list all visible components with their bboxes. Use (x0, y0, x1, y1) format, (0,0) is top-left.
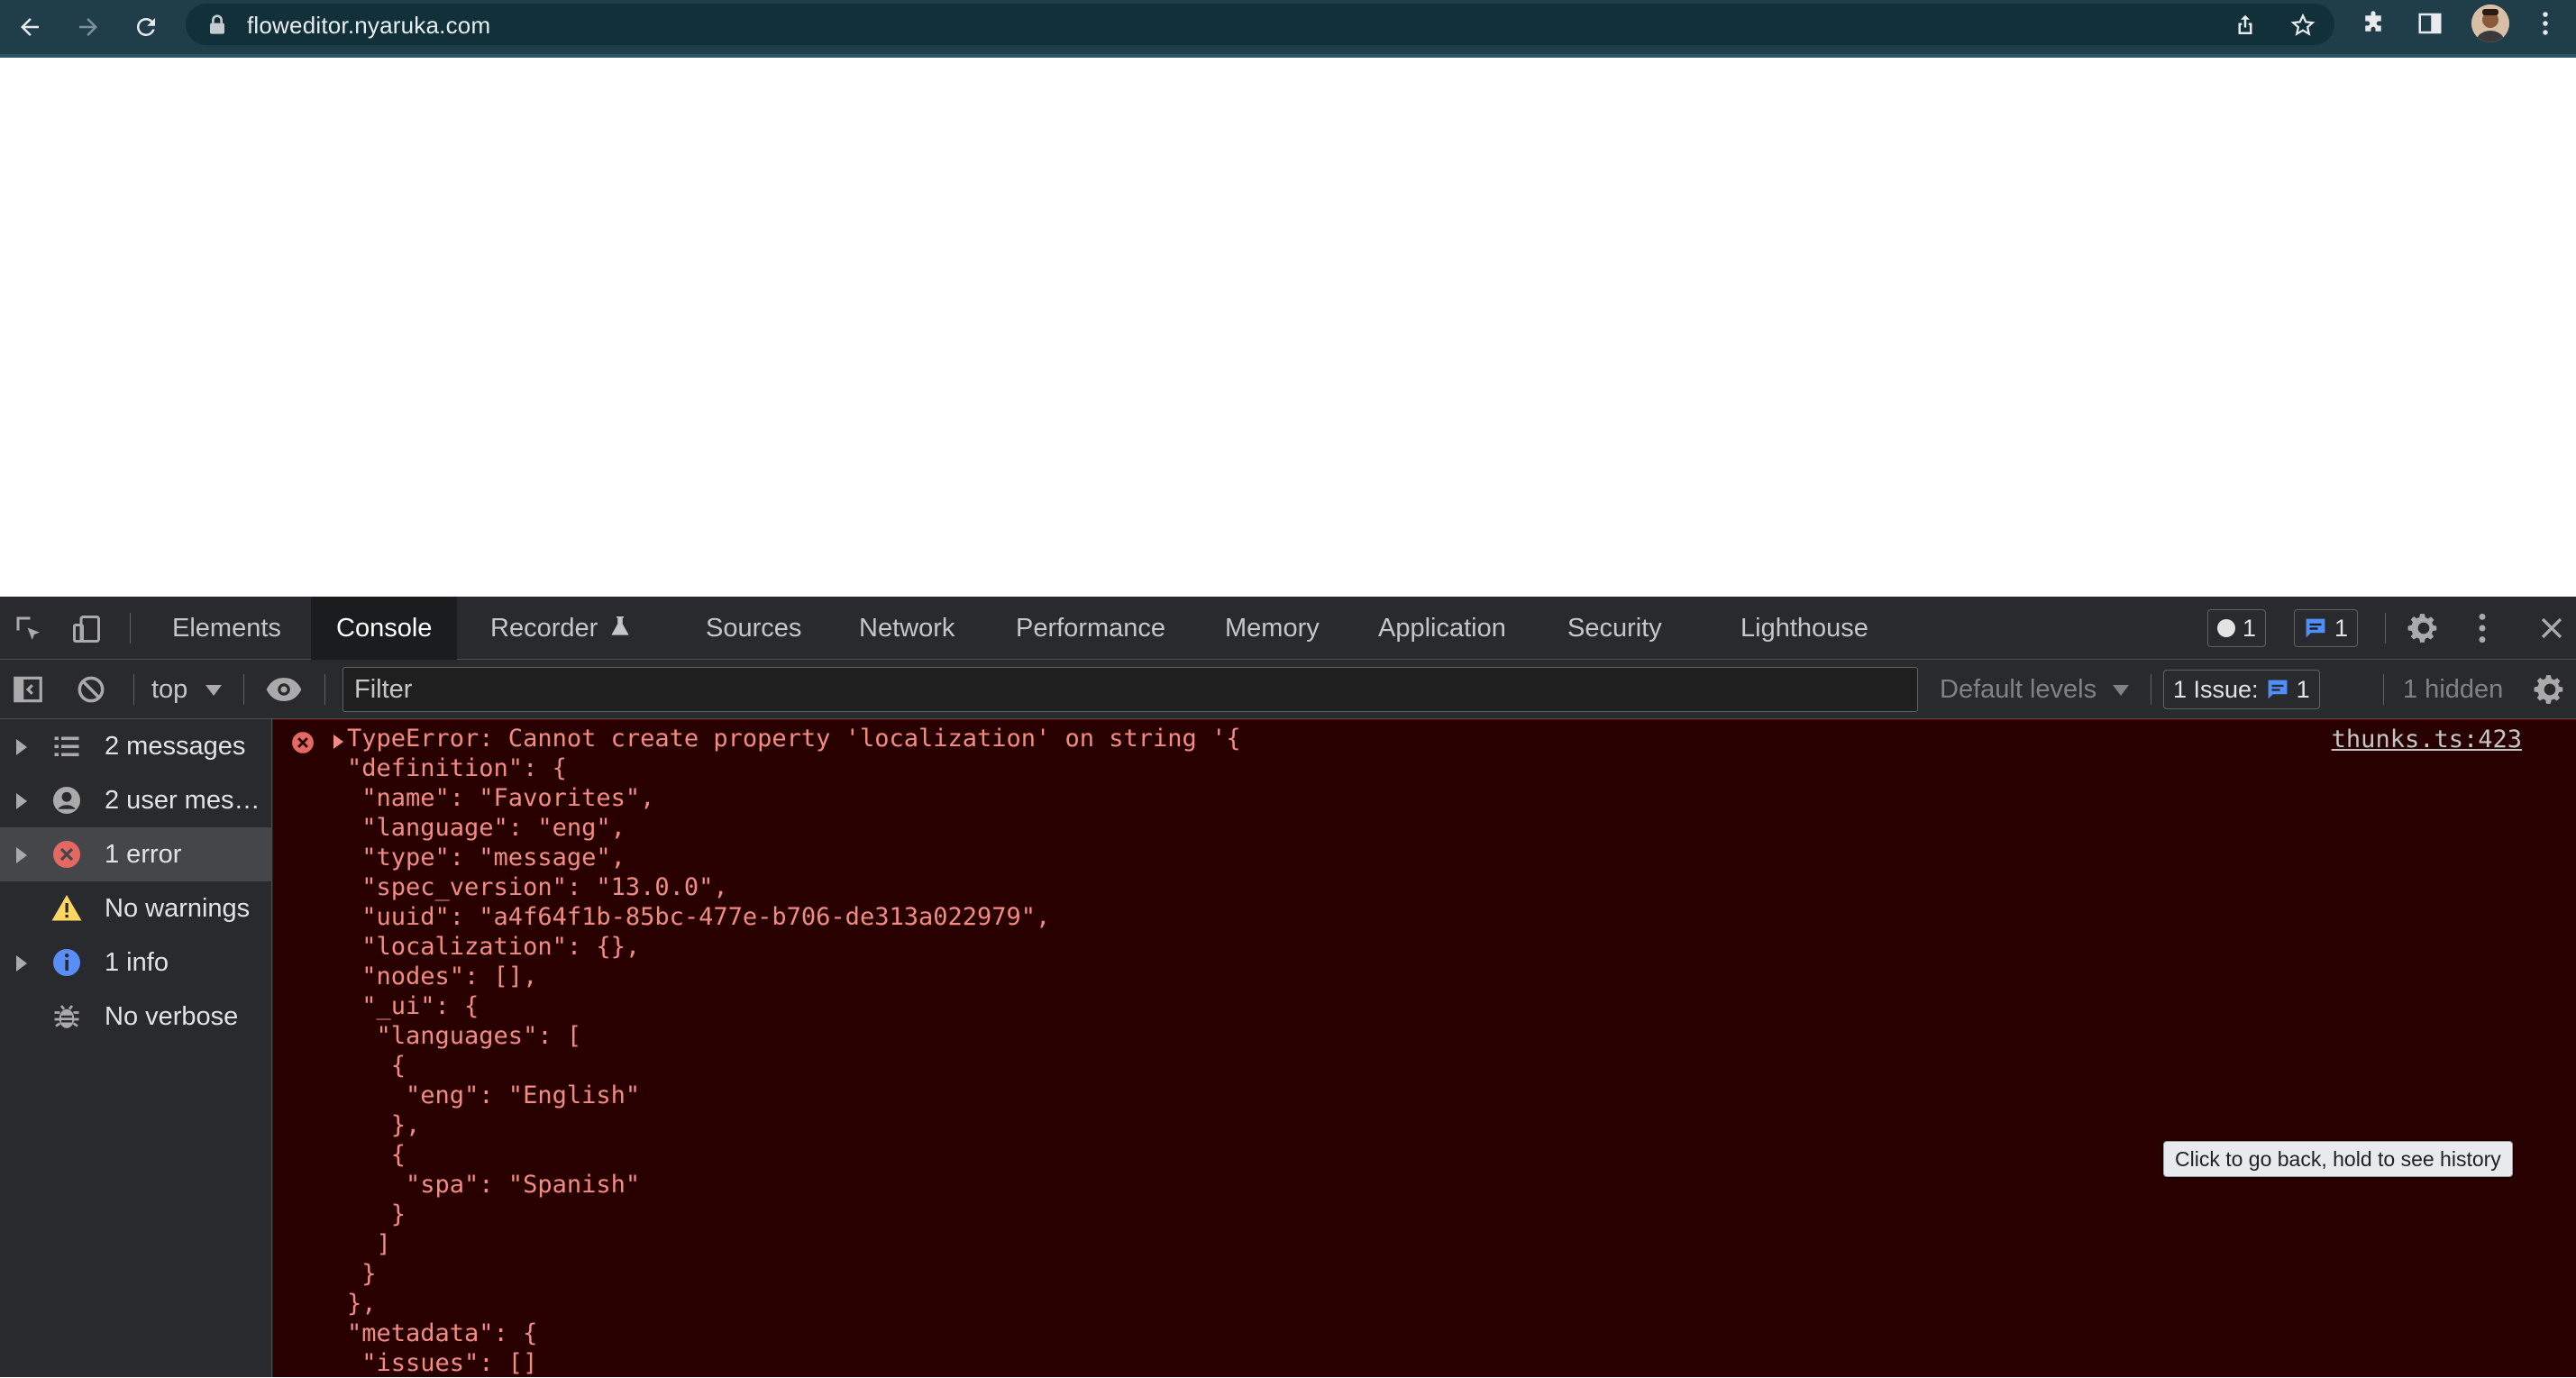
error-message-text[interactable]: TypeError: Cannot create property 'local… (347, 724, 1241, 1378)
info-circle-icon (53, 949, 80, 976)
bookmark-star-icon[interactable] (2289, 12, 2316, 39)
reload-button[interactable] (124, 5, 168, 49)
sidebar-item-label: 1 error (105, 840, 182, 869)
expand-arrow-icon (16, 793, 27, 809)
devtools-tabbar: Elements Console Recorder Sources Networ… (0, 597, 2576, 660)
errors-badge[interactable]: 1 (2207, 609, 2267, 647)
tab-elements[interactable]: Elements (147, 597, 306, 660)
close-devtools-icon[interactable] (2536, 613, 2567, 643)
tab-recorder-label: Recorder (490, 614, 598, 643)
user-circle-icon (53, 787, 80, 814)
sidebar-item-label: No verbose (105, 1002, 239, 1031)
console-sidebar: 2 messages 2 user mes… 1 error No warnin… (0, 719, 272, 1377)
browser-toolbar: floweditor.nyaruka.com (0, 0, 2576, 58)
context-label: top (151, 675, 188, 704)
sidebar-item-label: 2 user mes… (105, 786, 260, 815)
devtools-panel: Elements Console Recorder Sources Networ… (0, 597, 2576, 1377)
console-settings-gear-icon[interactable] (2533, 672, 2567, 707)
sidebar-toggle-icon[interactable] (11, 672, 45, 707)
tab-lighthouse[interactable]: Lighthouse (1715, 597, 1894, 660)
issues-label: 1 Issue: (2173, 676, 2259, 703)
context-selector[interactable]: top (151, 660, 223, 719)
expand-stack-icon[interactable] (333, 735, 343, 749)
messages-count: 1 (2334, 615, 2349, 642)
error-circle-icon (53, 841, 80, 868)
sidebar-item-verbose[interactable]: No verbose (0, 990, 272, 1044)
console-message-error: TypeError: Cannot create property 'local… (273, 719, 2576, 1377)
tab-application[interactable]: Application (1353, 597, 1531, 660)
more-options-icon[interactable] (2477, 611, 2495, 645)
divider (133, 674, 134, 705)
tab-memory[interactable]: Memory (1200, 597, 1345, 660)
sidebar-item-label: 2 messages (105, 732, 246, 761)
inspect-element-icon[interactable] (13, 613, 45, 645)
sidebar-item-messages[interactable]: 2 messages (0, 719, 272, 773)
messages-badge[interactable]: 1 (2294, 609, 2359, 647)
forward-button[interactable] (67, 5, 110, 49)
tab-recorder[interactable]: Recorder (465, 597, 655, 660)
tab-network[interactable]: Network (834, 597, 980, 660)
flask-icon (611, 616, 629, 635)
source-link[interactable]: thunks.ts:423 (2332, 726, 2522, 753)
back-button[interactable] (8, 5, 51, 49)
device-toolbar-icon[interactable] (70, 613, 103, 645)
tab-console[interactable]: Console (311, 597, 458, 660)
live-expression-eye-icon[interactable] (265, 672, 303, 707)
url-text: floweditor.nyaruka.com (247, 12, 491, 39)
tab-sources[interactable]: Sources (681, 597, 827, 660)
error-x-icon (292, 732, 314, 753)
issues-button[interactable]: 1 Issue: 1 (2163, 670, 2320, 709)
issues-count: 1 (2296, 676, 2310, 703)
sidebar-item-label: 1 info (105, 948, 169, 977)
filter-input[interactable]: Filter (343, 667, 1918, 712)
tab-security[interactable]: Security (1542, 597, 1687, 660)
page-viewport (0, 58, 2576, 597)
warning-triangle-icon (51, 895, 82, 921)
hidden-count: 1 hidden (2403, 675, 2504, 704)
tab-performance[interactable]: Performance (991, 597, 1191, 660)
side-panel-icon[interactable] (2414, 7, 2446, 40)
clear-console-icon[interactable] (74, 672, 108, 707)
forward-arrow-icon (79, 18, 97, 36)
avatar[interactable] (2471, 5, 2509, 42)
dropdown-triangle-icon (206, 685, 223, 696)
bug-icon (54, 1005, 79, 1028)
sidebar-item-warnings[interactable]: No warnings (0, 881, 272, 935)
settings-gear-icon[interactable] (2407, 611, 2441, 645)
sidebar-item-errors[interactable]: 1 error (0, 827, 272, 881)
back-button-tooltip: Click to go back, hold to see history (2163, 1141, 2513, 1177)
divider (243, 674, 244, 705)
expand-arrow-icon (16, 739, 27, 755)
divider (324, 674, 325, 705)
address-bar[interactable]: floweditor.nyaruka.com (186, 4, 2334, 45)
list-icon (54, 736, 79, 757)
issue-bubble-icon (2268, 680, 2287, 699)
sidebar-item-user-messages[interactable]: 2 user mes… (0, 773, 272, 827)
back-arrow-icon (21, 18, 39, 36)
more-vert-icon[interactable] (2529, 7, 2562, 40)
console-toolbar: top Filter Default levels 1 Issue: 1 1 h… (0, 660, 2576, 719)
log-levels-label: Default levels (1940, 675, 2097, 704)
divider (130, 613, 131, 643)
extensions-puzzle-icon[interactable] (2357, 7, 2389, 40)
expand-arrow-icon (16, 847, 27, 863)
sidebar-item-label: No warnings (105, 894, 251, 923)
lock-icon (210, 14, 224, 34)
errors-count: 1 (2243, 615, 2257, 642)
reload-icon (136, 17, 155, 36)
log-levels-dropdown[interactable]: Default levels (1940, 660, 2130, 719)
divider (2383, 674, 2384, 705)
error-dot-icon (2217, 619, 2235, 637)
share-icon[interactable] (2232, 12, 2259, 39)
divider (2385, 613, 2386, 643)
sidebar-item-info[interactable]: 1 info (0, 935, 272, 990)
message-bubble-icon (2306, 618, 2325, 638)
expand-arrow-icon (16, 955, 27, 972)
dropdown-triangle-icon (2113, 685, 2130, 696)
